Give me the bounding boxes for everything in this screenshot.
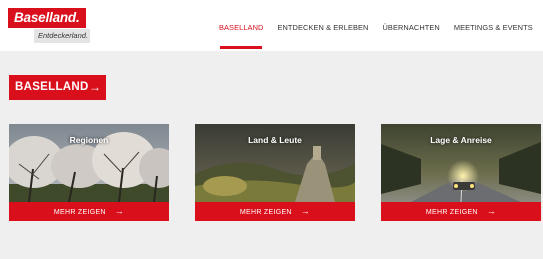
card-lage-anreise[interactable]: Lage & Anreise MEHR ZEIGEN → <box>381 124 541 221</box>
section-baselland-button[interactable]: BASELLAND → <box>9 75 106 100</box>
nav-item-baselland[interactable]: BASELLAND <box>219 23 263 35</box>
more-button-label: MEHR ZEIGEN <box>425 209 478 216</box>
logo-tagline: Entdeckerland. <box>34 29 90 43</box>
nav-item-meetings-events[interactable]: MEETINGS & EVENTS <box>454 23 533 35</box>
main-nav: BASELLAND ENTDECKEN & ERLEBEN ÜBERNACHTE… <box>219 23 543 35</box>
card-title: Lage & Anreise <box>430 135 492 145</box>
arrow-right-icon: → <box>89 80 102 94</box>
card-title: Regionen <box>69 135 109 145</box>
more-button[interactable]: MEHR ZEIGEN → <box>381 202 541 221</box>
main-content: BASELLAND → Regionen MEHR ZEIGEN → Land … <box>0 51 543 259</box>
more-button[interactable]: MEHR ZEIGEN → <box>9 202 169 221</box>
card-land-leute[interactable]: Land & Leute MEHR ZEIGEN → <box>195 124 355 221</box>
card-title: Land & Leute <box>248 135 302 145</box>
active-nav-indicator <box>220 46 262 49</box>
section-title: BASELLAND <box>15 81 89 93</box>
more-button-label: MEHR ZEIGEN <box>53 209 106 216</box>
arrow-right-icon: → <box>486 206 497 216</box>
arrow-right-icon: → <box>300 206 311 216</box>
card-regionen[interactable]: Regionen MEHR ZEIGEN → <box>9 124 169 221</box>
site-header: Baselland. Entdeckerland. BASELLAND ENTD… <box>0 0 543 50</box>
nav-item-entdecken-erleben[interactable]: ENTDECKEN & ERLEBEN <box>277 23 368 35</box>
more-button-label: MEHR ZEIGEN <box>239 209 292 216</box>
nav-item-uebernachten[interactable]: ÜBERNACHTEN <box>382 23 439 35</box>
more-button[interactable]: MEHR ZEIGEN → <box>195 202 355 221</box>
arrow-right-icon: → <box>114 206 125 216</box>
logo[interactable]: Baselland. <box>8 8 86 28</box>
